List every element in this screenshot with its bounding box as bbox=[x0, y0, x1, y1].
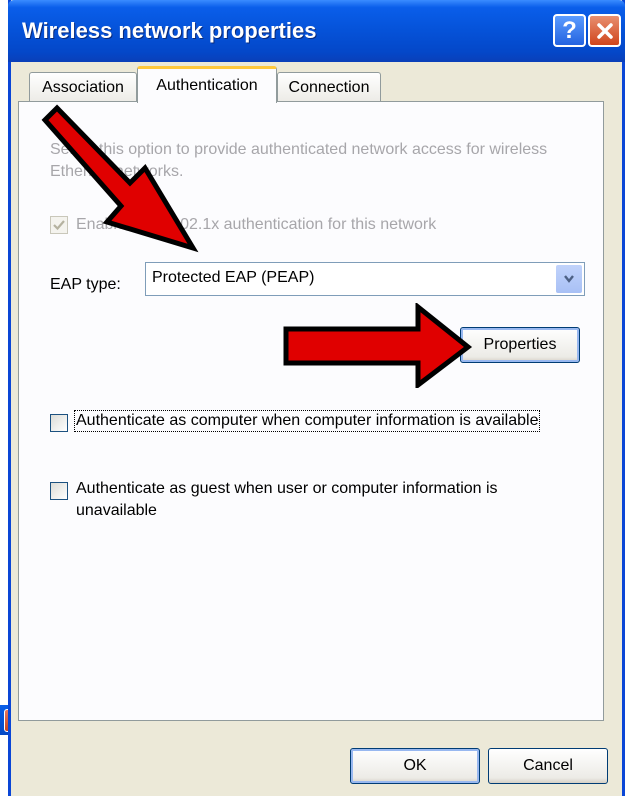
close-icon[interactable] bbox=[588, 14, 621, 47]
tab-connection-label: Connection bbox=[288, 78, 370, 96]
tab-connection[interactable]: Connection bbox=[277, 72, 381, 102]
cancel-button[interactable]: Cancel bbox=[488, 748, 608, 784]
auth-guest-checkbox[interactable] bbox=[50, 482, 68, 500]
red-arrow-icon bbox=[283, 303, 473, 388]
properties-button-label: Properties bbox=[483, 336, 557, 353]
eap-type-label: EAP type: bbox=[50, 276, 121, 293]
auth-computer-checkbox[interactable] bbox=[50, 414, 68, 432]
titlebar: Wireless network properties ? bbox=[8, 0, 625, 62]
tab-authentication[interactable]: Authentication bbox=[137, 66, 277, 103]
tab-authentication-label: Authentication bbox=[156, 77, 258, 94]
auth-guest-label-line1[interactable]: Authenticate as guest when user or compu… bbox=[76, 480, 498, 498]
help-glyph: ? bbox=[562, 16, 577, 44]
cancel-button-label: Cancel bbox=[523, 757, 573, 774]
auth-computer-label[interactable]: Authenticate as computer when computer i… bbox=[73, 410, 541, 432]
red-arrow-icon bbox=[41, 104, 199, 253]
auth-guest-label-line2[interactable]: unavailable bbox=[76, 502, 157, 520]
help-icon[interactable]: ? bbox=[553, 14, 586, 47]
ok-button[interactable]: OK bbox=[350, 748, 480, 784]
dialog-title: Wireless network properties bbox=[22, 18, 317, 43]
ok-button-label: OK bbox=[403, 757, 427, 774]
tab-association[interactable]: Association bbox=[29, 72, 137, 102]
tab-association-label: Association bbox=[42, 78, 124, 96]
eap-type-value: Protected EAP (PEAP) bbox=[152, 269, 315, 286]
eap-type-select[interactable]: Protected EAP (PEAP) bbox=[145, 262, 585, 296]
chevron-down-icon[interactable] bbox=[556, 265, 582, 293]
properties-button[interactable]: Properties bbox=[460, 327, 580, 363]
